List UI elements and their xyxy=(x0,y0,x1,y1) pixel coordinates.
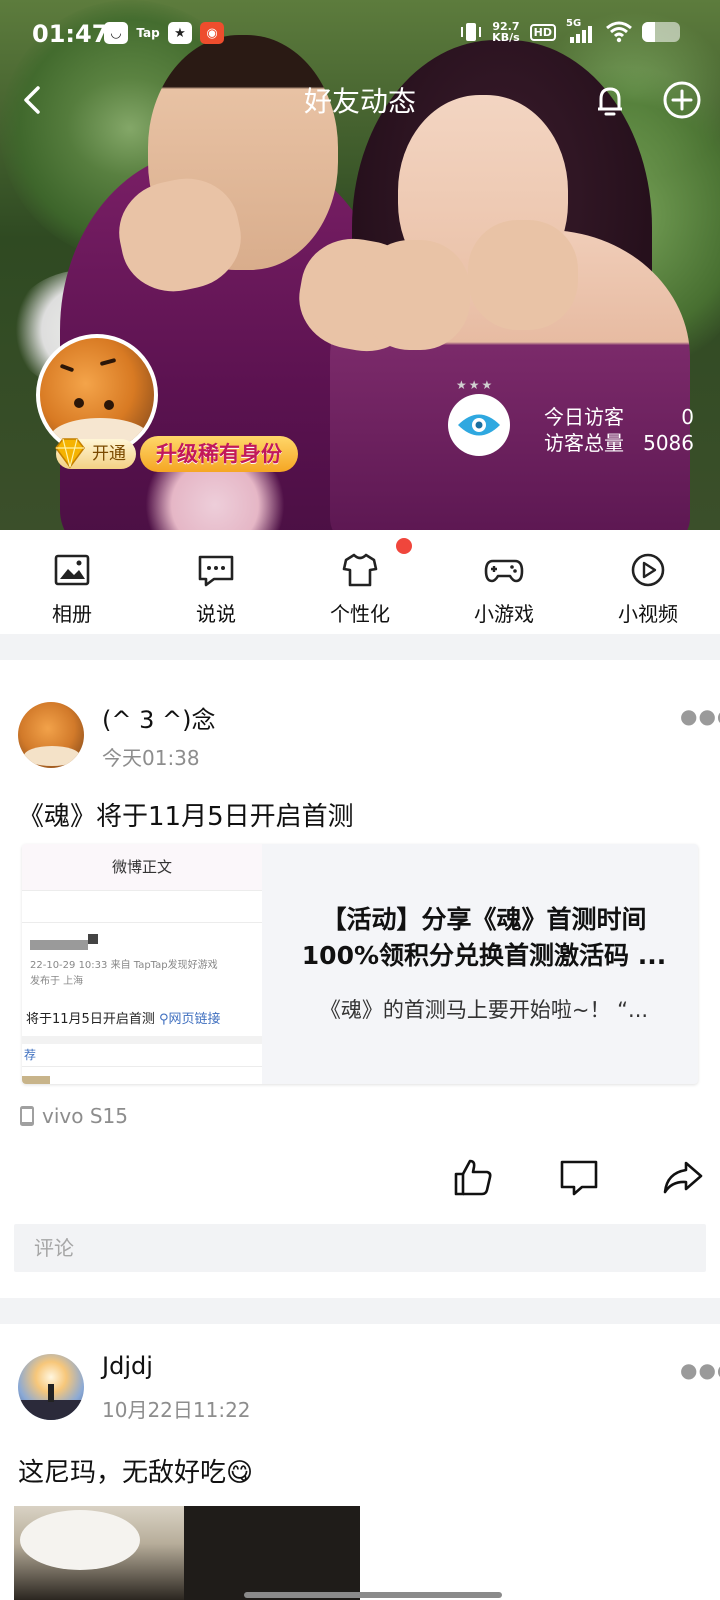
post-author-avatar[interactable] xyxy=(18,1354,84,1420)
comment-icon[interactable] xyxy=(558,1156,600,1198)
visitors-total-row: 访客总量 5086 xyxy=(544,430,694,456)
vibrate-icon xyxy=(461,23,482,41)
thumb-body: 将于11月5日开启首测 ⚲网页链接 xyxy=(26,1008,221,1027)
device-info: vivo S15 xyxy=(18,1104,128,1128)
menu-label-album: 相册 xyxy=(52,602,92,626)
battery-icon xyxy=(642,22,680,42)
vip-open-label: 开通 xyxy=(92,444,126,464)
section-divider xyxy=(0,634,720,660)
comment-input[interactable]: 评论 xyxy=(14,1224,706,1272)
post-time: 10月22日11:22 xyxy=(102,1398,251,1422)
shared-link-card[interactable]: 微博正文 22-10-29 10:33 来自 TapTap发现好游戏 发布于 上… xyxy=(22,844,698,1084)
eye-icon xyxy=(458,414,500,436)
menu-label-moments: 说说 xyxy=(196,602,236,626)
play-circle-icon xyxy=(631,553,665,587)
post-image-bowl xyxy=(20,1510,140,1570)
post-author-avatar[interactable] xyxy=(18,702,84,768)
game-app-icon: ◉ xyxy=(200,22,224,44)
shared-link-thumbnail: 微博正文 22-10-29 10:33 来自 TapTap发现好游戏 发布于 上… xyxy=(22,844,262,1084)
visitors-today-row: 今日访客 0 xyxy=(544,404,694,430)
like-thumbs-up-icon[interactable] xyxy=(452,1156,494,1198)
post-text: 《魂》将于11月5日开启首测 xyxy=(18,802,354,832)
vip-banner[interactable]: 开通 升级稀有身份 xyxy=(55,434,298,474)
hd-badge: HD xyxy=(529,23,556,41)
cover-hands xyxy=(360,240,470,350)
shared-link-title: 【活动】分享《魂》首测时间100%领积分兑换首测激活码 ... xyxy=(301,905,667,970)
stars-icon: ★★★ xyxy=(456,378,495,392)
thumb-link-text: 网页链接 xyxy=(168,1012,221,1027)
cover-hands xyxy=(468,220,578,330)
thumb-body-text: 将于11月5日开启首测 xyxy=(26,1012,155,1027)
post-author-name[interactable]: Jdjdj xyxy=(102,1352,153,1380)
post-image[interactable] xyxy=(14,1506,360,1600)
menu-label-videos: 小视频 xyxy=(618,602,678,626)
more-options-icon[interactable]: ●●● xyxy=(680,1358,720,1382)
visitors-today-label: 今日访客 xyxy=(544,405,624,429)
quick-menu: 相册 说说 个性化 小游戏 小视频 xyxy=(0,530,720,634)
visitor-stats[interactable]: 今日访客 0 访客总量 5086 xyxy=(544,404,694,456)
menu-item-minigames[interactable]: 小游戏 xyxy=(432,530,576,634)
net-speed: 92.7 KB/s xyxy=(492,21,519,43)
post-image-shadow xyxy=(184,1506,360,1600)
menu-label-personalize: 个性化 xyxy=(330,602,390,626)
post-time: 今天01:38 xyxy=(102,746,200,770)
thumb-meta-line1: 22-10-29 10:33 来自 TapTap发现好游戏 xyxy=(30,960,218,971)
section-divider xyxy=(0,1298,720,1324)
vip-open-button[interactable]: 开通 xyxy=(55,438,136,469)
thumb-meta-line2: 发布于 上海 xyxy=(30,976,84,987)
album-icon xyxy=(54,554,90,586)
cellular-signal-icon: 5G xyxy=(566,18,596,44)
taptap-icon: Tap xyxy=(136,26,160,40)
visitors-today-value: 0 xyxy=(681,405,694,429)
bell-icon[interactable] xyxy=(588,78,632,122)
post-actions xyxy=(0,1156,720,1196)
post-author-name[interactable]: (^ 3 ^)念 xyxy=(102,700,215,735)
device-name: vivo S15 xyxy=(42,1104,128,1128)
status-bar: 01:47 ◡ Tap ★ ◉ 92.7 KB/s HD 5G xyxy=(0,0,720,72)
plus-circle-icon[interactable] xyxy=(660,78,704,122)
menu-item-videos[interactable]: 小视频 xyxy=(576,530,720,634)
chat-bubble-icon xyxy=(198,555,234,587)
more-options-icon[interactable]: ●●● xyxy=(680,704,720,728)
share-arrow-icon[interactable] xyxy=(662,1156,704,1198)
visitors-total-label: 访客总量 xyxy=(544,431,624,455)
visitor-eye-button[interactable] xyxy=(448,394,510,456)
mail-app-icon: ◡ xyxy=(104,22,128,44)
visitors-total-value: 5086 xyxy=(643,431,694,455)
title-bar: 好友动态 xyxy=(0,72,720,128)
status-time: 01:47 xyxy=(32,20,109,48)
post-text: 这尼玛，无敌好吃😋 xyxy=(18,1458,254,1488)
thumb-footer: 荐 xyxy=(24,1048,37,1062)
diamond-icon xyxy=(55,438,85,469)
menu-item-album[interactable]: 相册 xyxy=(0,530,144,634)
home-indicator[interactable] xyxy=(244,1592,502,1598)
system-icons: 92.7 KB/s HD 5G xyxy=(460,18,680,44)
menu-label-minigames: 小游戏 xyxy=(474,602,534,626)
menu-item-moments[interactable]: 说说 xyxy=(144,530,288,634)
thumb-link-icon: ⚲ xyxy=(158,1012,169,1027)
wifi-icon xyxy=(606,21,632,43)
star-app-icon: ★ xyxy=(168,22,192,44)
net-speed-unit: KB/s xyxy=(492,31,520,44)
new-badge xyxy=(396,538,412,554)
gamepad-icon xyxy=(484,559,524,583)
phone-icon xyxy=(20,1106,34,1126)
thumb-header: 微博正文 xyxy=(22,844,262,890)
vip-upgrade-label[interactable]: 升级稀有身份 xyxy=(140,436,298,472)
tshirt-icon xyxy=(342,553,378,587)
notification-icons: ◡ Tap ★ ◉ xyxy=(104,22,224,44)
shared-link-description: 《魂》的首测马上要开始啦~！ “... xyxy=(319,998,649,1022)
